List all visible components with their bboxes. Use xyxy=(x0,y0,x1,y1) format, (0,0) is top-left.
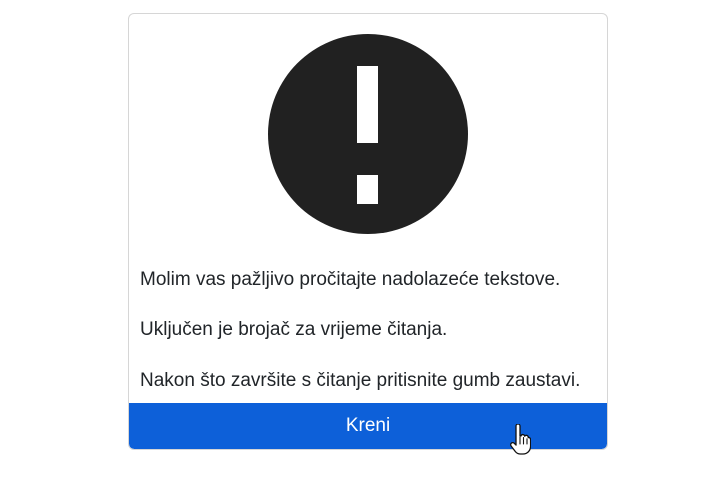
reading-instruction-text: Molim vas pažljivo pročitajte nadolazeće… xyxy=(140,269,561,290)
start-button[interactable]: Kreni xyxy=(129,403,607,449)
exclamation-circle-icon xyxy=(129,33,607,235)
notice-card: Molim vas pažljivo pročitajte nadolazeće… xyxy=(128,13,608,450)
timer-notice-text: Uključen je brojač za vrijeme čitanja. xyxy=(140,319,448,340)
stop-instruction-text: Nakon što završite s čitanje pritisnite … xyxy=(140,370,581,391)
